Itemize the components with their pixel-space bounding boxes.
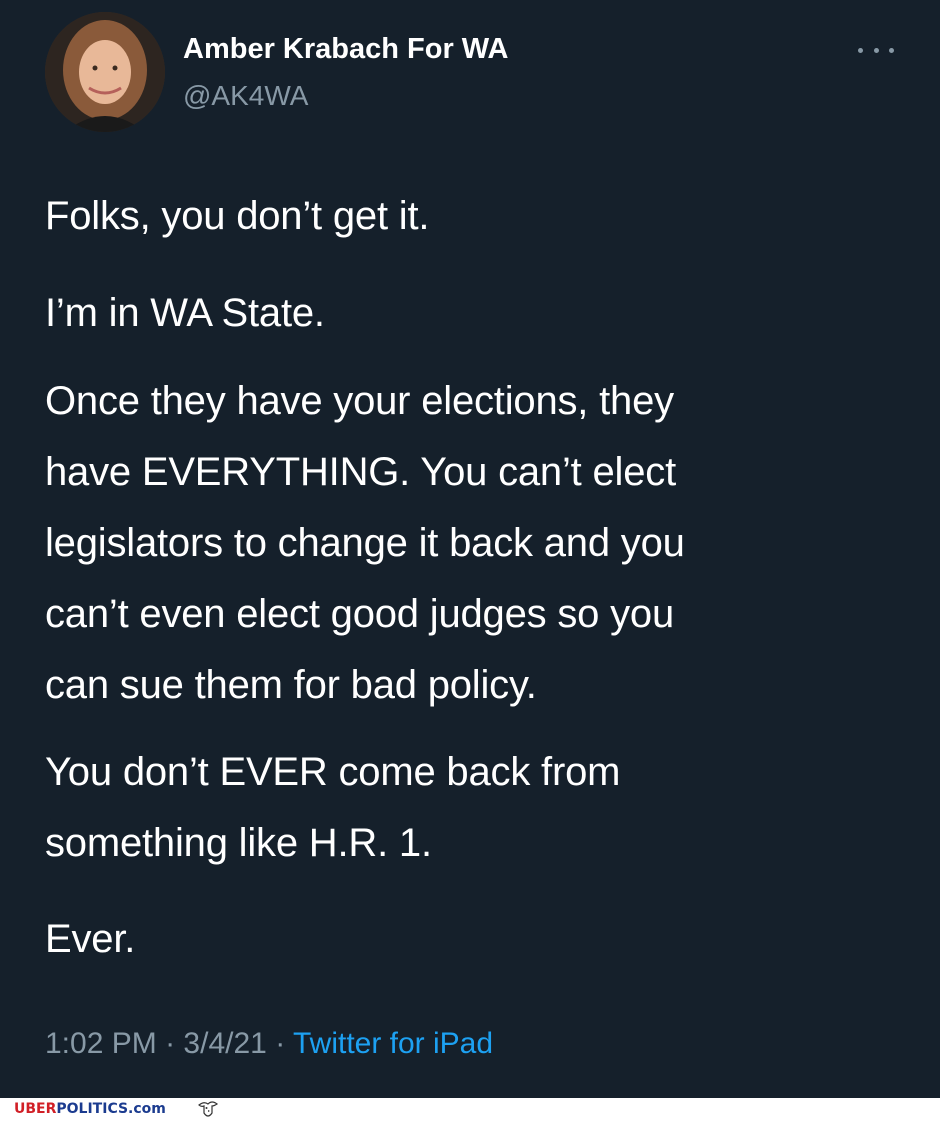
display-name[interactable]: Amber Krabach For WA (183, 33, 509, 66)
separator: · (275, 1027, 286, 1060)
avatar[interactable] (45, 12, 165, 132)
tweet-date[interactable]: 3/4/21 (183, 1027, 266, 1060)
dot (873, 47, 879, 53)
tweet-time[interactable]: 1:02 PM (45, 1027, 157, 1060)
tweet-paragraph: Once they have your elections, they have… (45, 379, 685, 707)
tweet-card: Amber Krabach For WA @AK4WA Folks, you d… (0, 0, 940, 1098)
user-handle[interactable]: @AK4WA (183, 80, 308, 112)
tweet-source-link[interactable]: Twitter for iPad (293, 1027, 493, 1060)
tweet-paragraph: You don’t EVER come back from something … (45, 750, 621, 865)
tweet-paragraph: Folks, you don’t get it. (45, 194, 430, 238)
dot (858, 47, 863, 53)
more-options-icon[interactable] (858, 40, 894, 60)
tweet-paragraph: I’m in WA State. (45, 291, 325, 335)
eagle-logo-icon (198, 1101, 219, 1117)
brand-part-2: POLITICS.com (56, 1101, 166, 1117)
tweet-paragraph: Ever. (45, 917, 136, 961)
profile-photo (45, 12, 165, 132)
tweet-metadata: 1:02 PM · 3/4/21 · Twitter for iPad (45, 1027, 493, 1061)
site-watermark: UBERPOLITICS.com (14, 1101, 166, 1117)
watermark-bar: UBERPOLITICS.com (0, 1098, 940, 1122)
separator: · (165, 1027, 176, 1060)
brand-part-1: UBER (14, 1101, 57, 1117)
dot (889, 47, 894, 53)
